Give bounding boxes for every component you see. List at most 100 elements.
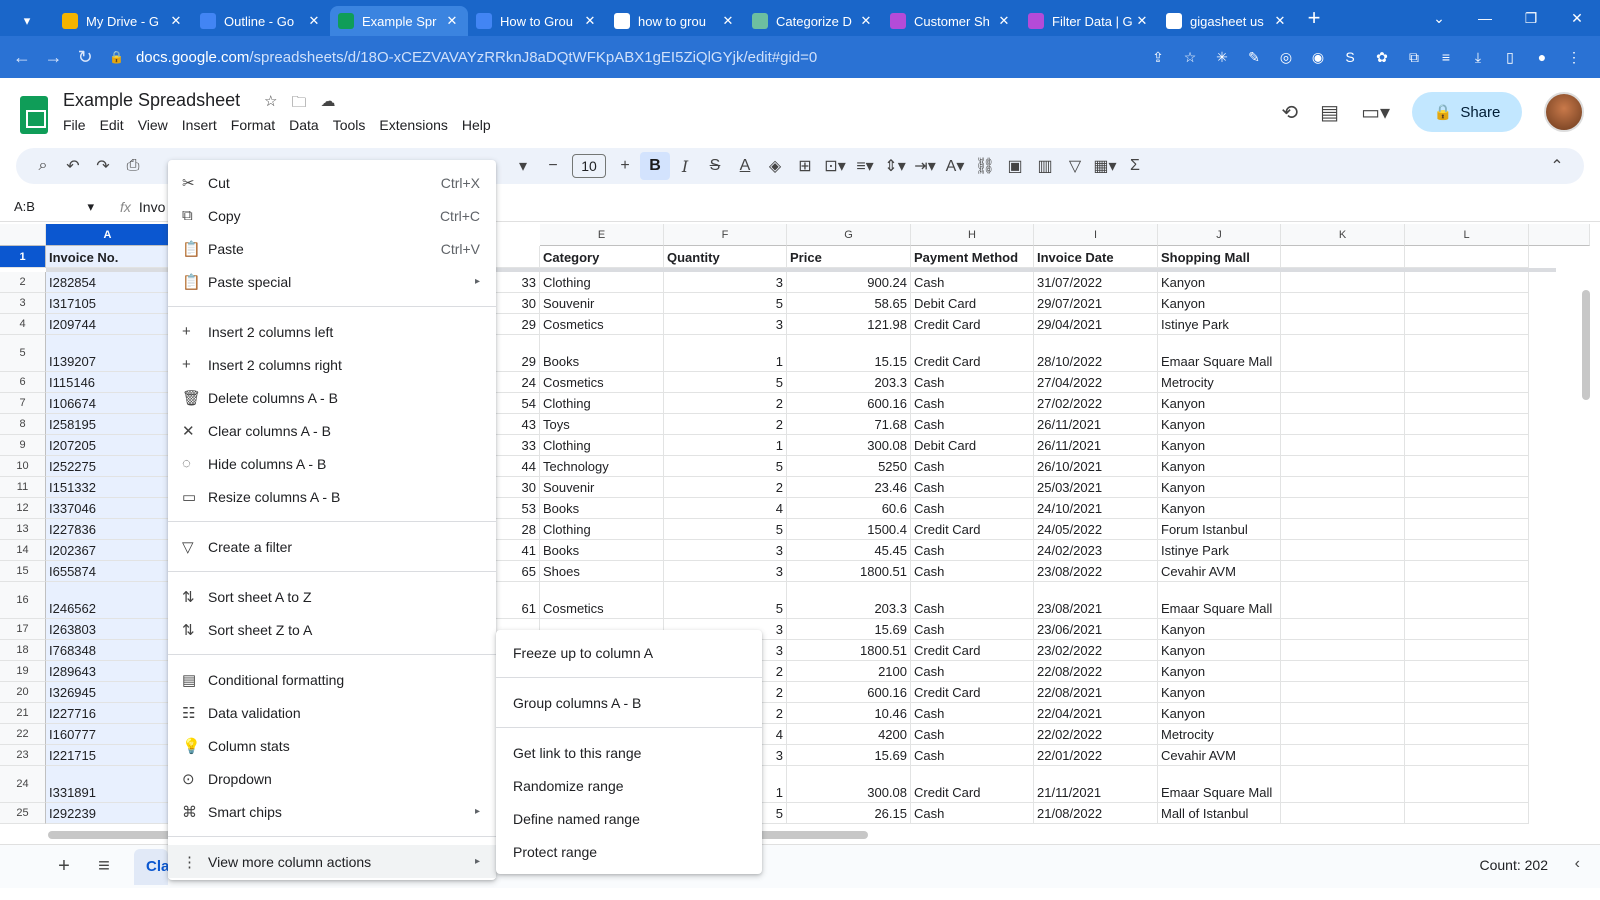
table-cell[interactable]: Invoice No. [46,246,170,268]
table-cell[interactable]: 3 [664,540,787,561]
table-cell[interactable]: 2100 [787,661,911,682]
menu-item[interactable]: + Insert 2 columns right [168,348,496,381]
table-cell[interactable]: Kanyon [1158,414,1281,435]
font-dropdown-icon[interactable]: ▾ [508,152,538,180]
redo-icon[interactable]: ↷ [88,152,118,180]
table-cell[interactable]: 29/04/2021 [1034,314,1158,335]
download-icon[interactable]: ⤓ [1468,47,1488,67]
table-cell[interactable]: 5 [664,519,787,540]
column-header[interactable]: A [46,224,170,246]
table-cell[interactable]: 4200 [787,724,911,745]
table-cell[interactable]: 65 [496,561,540,582]
close-tab-icon[interactable]: ✕ [1134,13,1150,29]
table-cell[interactable]: Debit Card [911,435,1034,456]
row-header[interactable]: 21 [0,703,46,724]
table-cell[interactable]: Cash [911,561,1034,582]
insert-chart-icon[interactable]: ▥ [1030,152,1060,180]
row-header[interactable]: 3 [0,293,46,314]
table-cell[interactable]: 300.08 [787,435,911,456]
table-cell[interactable]: I221715 [46,745,170,766]
close-tab-icon[interactable]: ✕ [858,13,874,29]
table-cell[interactable] [1405,519,1529,540]
sheets-logo-icon[interactable] [20,96,48,134]
table-cell[interactable]: Kanyon [1158,477,1281,498]
column-header[interactable]: H [911,224,1034,246]
menu-insert[interactable]: Insert [175,117,224,133]
all-sheets-icon[interactable]: ≡ [84,855,124,878]
table-cell[interactable]: 1500.4 [787,519,911,540]
table-cell[interactable] [1281,393,1405,414]
table-cell[interactable] [1405,477,1529,498]
table-cell[interactable]: Cash [911,803,1034,824]
table-cell[interactable]: Metrocity [1158,724,1281,745]
insert-comment-icon[interactable]: ▣ [1000,152,1030,180]
table-cell[interactable]: I317105 [46,293,170,314]
table-cell[interactable]: 53 [496,498,540,519]
table-cell[interactable]: Debit Card [911,293,1034,314]
menu-item[interactable]: Protect range [496,835,762,868]
table-cell[interactable]: Clothing [540,393,664,414]
menu-item[interactable]: 📋 Paste Ctrl+V [168,232,496,265]
filter-icon[interactable]: ▽ [1060,152,1090,180]
table-cell[interactable]: Cevahir AVM [1158,561,1281,582]
table-cell[interactable] [1405,640,1529,661]
close-window-button[interactable]: ✕ [1554,0,1600,36]
menu-item[interactable]: ▭ Resize columns A - B [168,480,496,513]
table-cell[interactable]: 600.16 [787,393,911,414]
browser-tab[interactable]: Customer Sh ✕ [882,6,1020,36]
table-cell[interactable]: Kanyon [1158,393,1281,414]
table-cell[interactable] [1405,435,1529,456]
close-tab-icon[interactable]: ✕ [996,13,1012,29]
menu-item[interactable]: ✂ Cut Ctrl+X [168,166,496,199]
menu-extensions[interactable]: Extensions [372,117,454,133]
table-cell[interactable] [1281,582,1405,619]
row-header[interactable]: 4 [0,314,46,335]
table-cell[interactable]: Souvenir [540,477,664,498]
browser-menu-icon[interactable]: ⋮ [1564,47,1584,67]
bookmark-star-icon[interactable]: ☆ [1180,47,1200,67]
table-cell[interactable]: Kanyon [1158,435,1281,456]
table-cell[interactable]: Souvenir [540,293,664,314]
decrease-font-size-icon[interactable]: − [538,152,568,180]
table-cell[interactable]: 1 [664,335,787,372]
table-cell[interactable]: 22/02/2022 [1034,724,1158,745]
cloud-status-icon[interactable]: ☁ [320,92,335,117]
table-cell[interactable]: Clothing [540,519,664,540]
comments-icon[interactable]: ▤ [1320,100,1339,125]
menu-item[interactable]: Freeze up to column A [496,636,762,669]
menu-item[interactable]: ⧉ Copy Ctrl+C [168,199,496,232]
table-cell[interactable] [1281,803,1405,824]
table-cell[interactable]: Clothing [540,435,664,456]
table-cell[interactable] [1405,498,1529,519]
close-tab-icon[interactable]: ✕ [1272,13,1288,29]
table-cell[interactable]: I139207 [46,335,170,372]
table-cell[interactable] [1405,372,1529,393]
table-cell[interactable]: Technology [540,456,664,477]
table-cell[interactable]: I227716 [46,703,170,724]
table-cell[interactable]: 29/07/2021 [1034,293,1158,314]
table-cell[interactable]: 26/11/2021 [1034,435,1158,456]
table-cell[interactable]: 60.6 [787,498,911,519]
table-cell[interactable]: I326945 [46,682,170,703]
table-cell[interactable] [1281,246,1405,268]
table-cell[interactable]: Cash [911,393,1034,414]
table-cell[interactable]: Cash [911,456,1034,477]
name-box[interactable]: A:B ▾ [0,199,100,215]
table-cell[interactable]: 4 [664,498,787,519]
browser-tab[interactable]: Filter Data | G ✕ [1020,6,1158,36]
table-cell[interactable] [1281,724,1405,745]
filter-views-icon[interactable]: ▦▾ [1090,152,1120,180]
table-cell[interactable]: 28 [496,519,540,540]
browser-tab[interactable]: Categorize D ✕ [744,6,882,36]
table-cell[interactable]: Credit Card [911,766,1034,803]
borders-icon[interactable]: ⊞ [790,152,820,180]
table-cell[interactable]: Cash [911,703,1034,724]
table-cell[interactable]: 23/08/2022 [1034,561,1158,582]
menu-item[interactable]: ⌘ Smart chips ▸ [168,795,496,828]
table-cell[interactable] [1281,414,1405,435]
table-cell[interactable]: 22/01/2022 [1034,745,1158,766]
row-header[interactable]: 10 [0,456,46,477]
menu-item[interactable]: Group columns A - B [496,686,762,719]
reload-icon[interactable]: ↻ [69,47,101,68]
table-cell[interactable]: 15.15 [787,335,911,372]
